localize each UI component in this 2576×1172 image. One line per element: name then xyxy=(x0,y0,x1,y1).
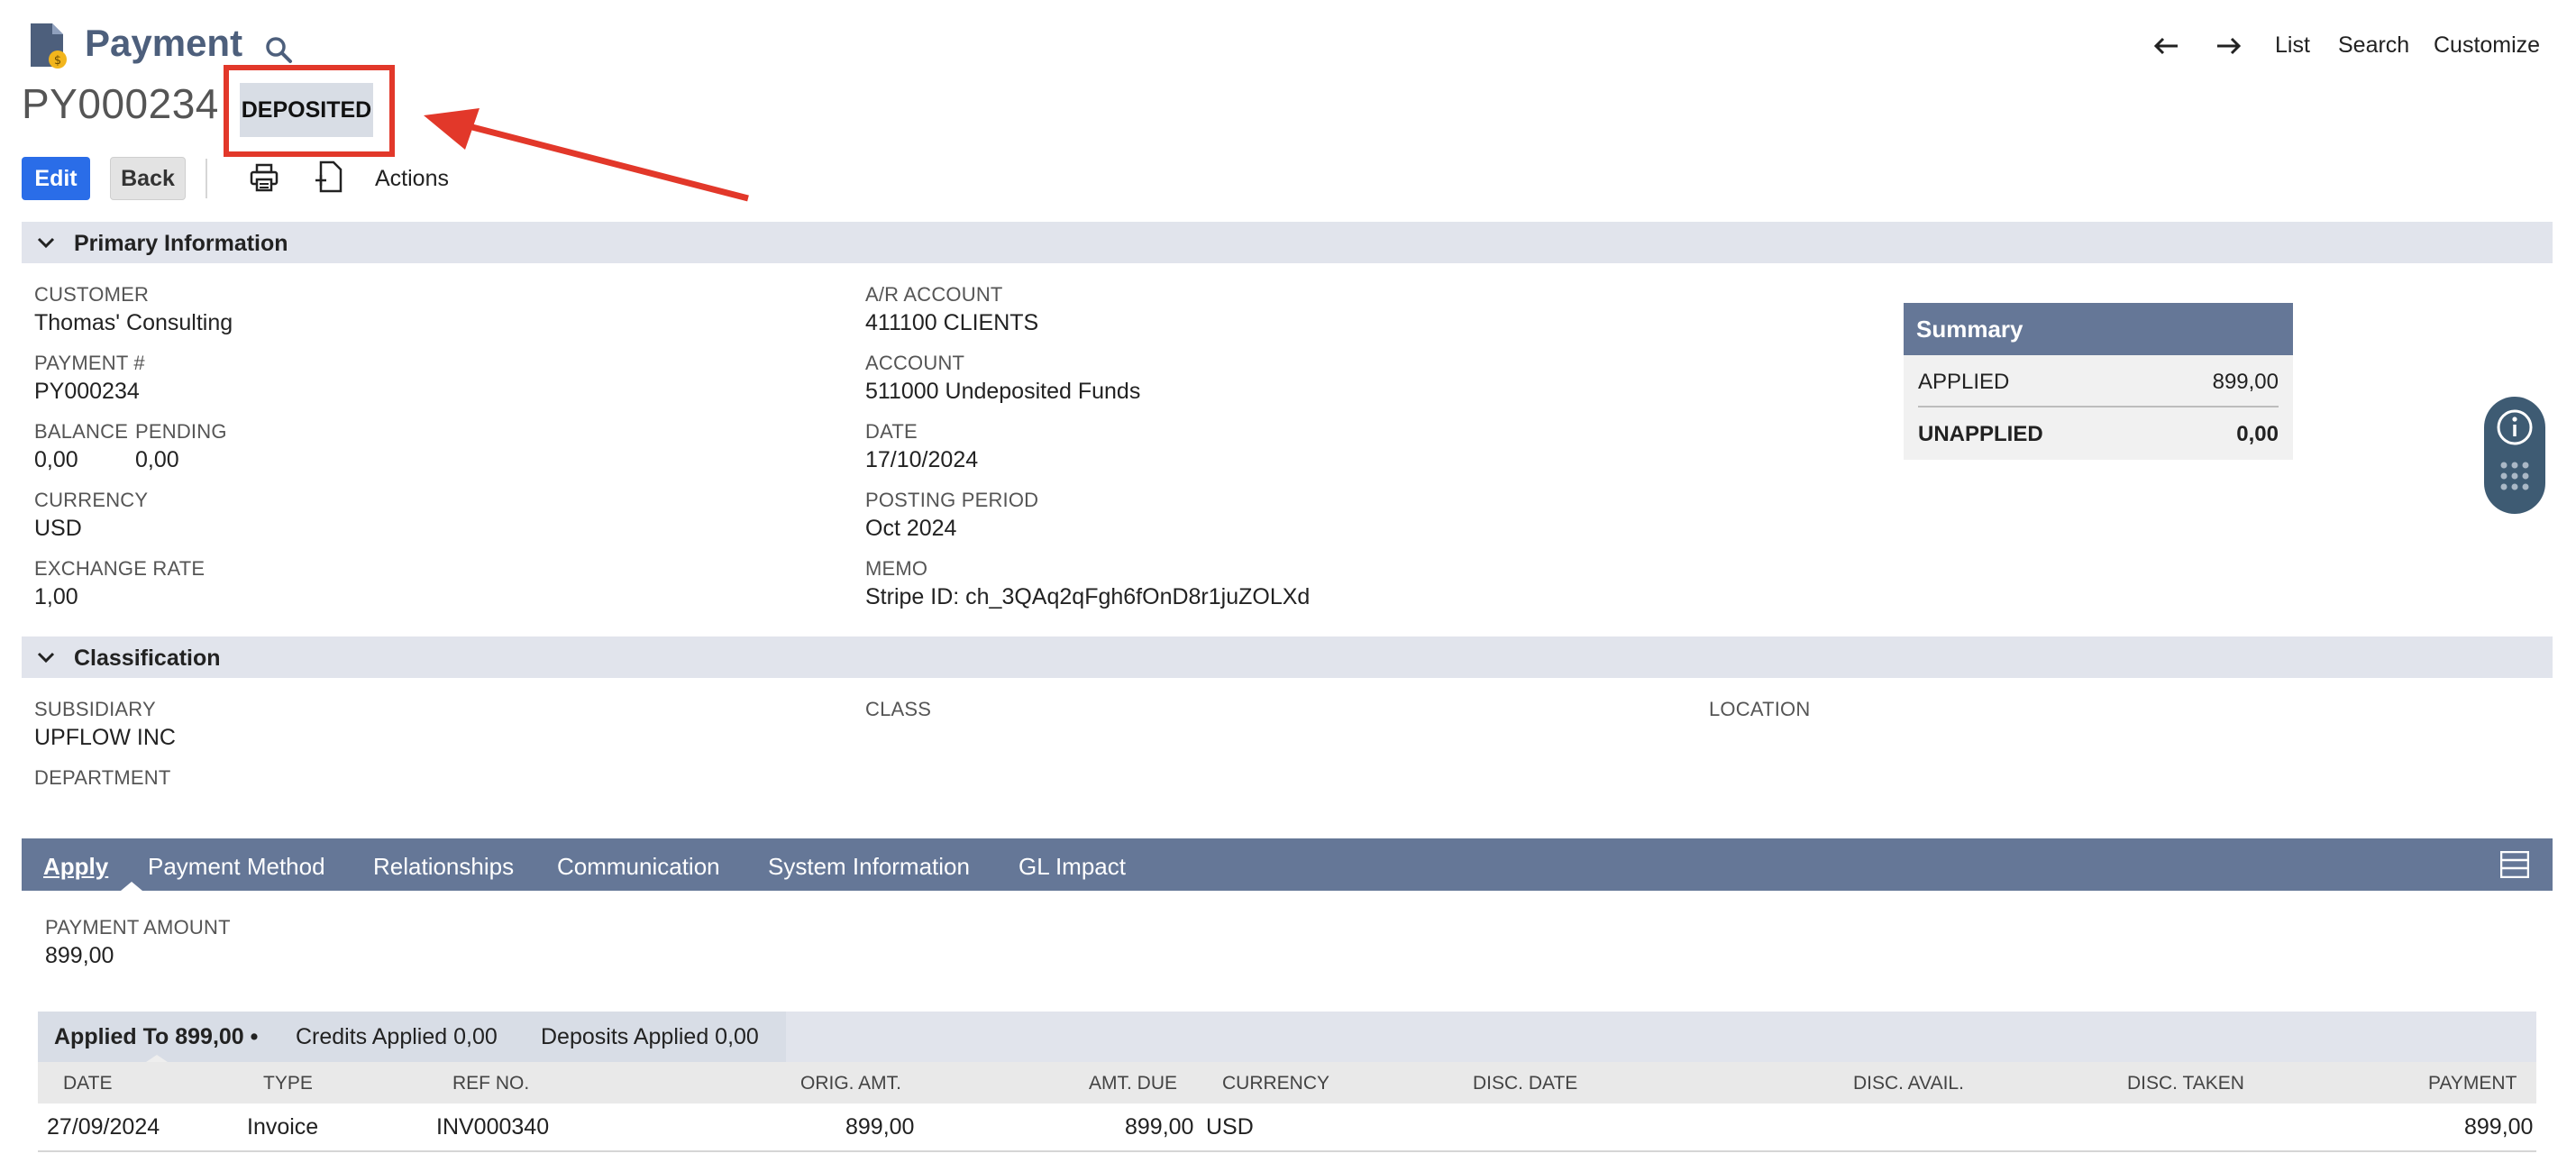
column-header[interactable]: ORIG. AMT. xyxy=(800,1073,901,1094)
pending-label: PENDING xyxy=(135,420,227,443)
previous-record-icon[interactable] xyxy=(2151,31,2181,61)
pending-value: 0,00 xyxy=(135,447,179,472)
column-header[interactable]: DISC. DATE xyxy=(1473,1073,1577,1094)
info-icon[interactable] xyxy=(2495,407,2535,447)
row-orig-amt: 899,00 xyxy=(845,1114,915,1140)
summary-unapplied-row: UNAPPLIED 0,00 xyxy=(1918,422,2279,447)
column-header[interactable]: DATE xyxy=(63,1073,112,1094)
subsidiary-value: UPFLOW INC xyxy=(34,725,176,750)
balance-label: BALANCE xyxy=(34,420,129,443)
row-date-link[interactable]: 27/09/2024 xyxy=(47,1114,160,1140)
section-title: Primary Information xyxy=(74,231,288,256)
payment-number-value: PY000234 xyxy=(34,379,140,404)
department-label: DEPARTMENT xyxy=(34,766,171,789)
dial-pad-icon[interactable] xyxy=(2497,458,2533,494)
row-amt-due: 899,00 xyxy=(1125,1114,1194,1140)
svg-text:$: $ xyxy=(54,54,61,68)
customer-label: CUSTOMER xyxy=(34,283,150,306)
tab-gl-impact[interactable]: GL Impact xyxy=(1019,853,1126,881)
subtab-deposits-applied[interactable]: Deposits Applied 0,00 xyxy=(541,1024,759,1050)
tab-system-information[interactable]: System Information xyxy=(768,853,970,881)
back-button[interactable]: Back xyxy=(110,157,186,200)
active-tab-indicator xyxy=(121,882,142,891)
unapplied-value: 0,00 xyxy=(2236,422,2279,446)
search-link[interactable]: Search xyxy=(2338,32,2409,59)
record-id: PY000234 xyxy=(22,80,219,127)
tab-apply[interactable]: Apply xyxy=(43,853,108,881)
date-value: 17/10/2024 xyxy=(865,447,979,472)
subtab-bar: Apply Payment Method Relationships Commu… xyxy=(22,838,2553,891)
customize-link[interactable]: Customize xyxy=(2434,32,2540,59)
chevron-down-icon xyxy=(37,652,55,664)
primary-information-header[interactable]: Primary Information xyxy=(22,222,2553,263)
table-header: DATE TYPE REF NO. ORIG. AMT. AMT. DUE CU… xyxy=(38,1062,2536,1103)
summary-panel: Summary APPLIED 899,00 UNAPPLIED 0,00 xyxy=(1904,303,2293,460)
new-document-icon[interactable] xyxy=(314,160,344,193)
summary-header: Summary xyxy=(1904,303,2293,355)
section-title: Classification xyxy=(74,646,221,671)
summary-applied-row: APPLIED 899,00 xyxy=(1918,370,2279,395)
column-header[interactable]: TYPE xyxy=(263,1073,313,1094)
location-label: LOCATION xyxy=(1709,698,1811,720)
memo-value: Stripe ID: ch_3QAq2qFgh6fOnD8r1juZOLXd xyxy=(865,584,1311,609)
apply-sublist-tabs: Applied To 899,00 • Credits Applied 0,00… xyxy=(38,1012,2536,1062)
payment-record-icon: $ xyxy=(31,23,67,69)
payment-amount-label: PAYMENT AMOUNT xyxy=(45,916,231,939)
subtab-applied-to[interactable]: Applied To 899,00 • xyxy=(54,1024,258,1050)
exchange-rate-label: EXCHANGE RATE xyxy=(34,557,206,580)
payment-amount-value: 899,00 xyxy=(45,943,114,968)
applied-label: APPLIED xyxy=(1918,370,2010,394)
subsidiary-label: SUBSIDIARY xyxy=(34,698,156,720)
ar-account-label: A/R ACCOUNT xyxy=(865,283,1003,306)
customer-link[interactable]: Thomas' Consulting xyxy=(34,310,233,336)
summary-divider xyxy=(1918,406,2279,407)
edit-button[interactable]: Edit xyxy=(22,157,90,200)
memo-label: MEMO xyxy=(865,557,928,580)
unapplied-label: UNAPPLIED xyxy=(1918,422,2043,446)
exchange-rate-value: 1,00 xyxy=(34,584,78,609)
page-title: Payment xyxy=(85,22,243,64)
account-label: ACCOUNT xyxy=(865,352,965,374)
row-payment: 899,00 xyxy=(2464,1114,2534,1140)
annotation-arrow xyxy=(424,108,749,202)
active-subtab-indicator xyxy=(146,1055,168,1062)
column-header[interactable]: REF NO. xyxy=(452,1073,529,1094)
search-icon[interactable] xyxy=(263,34,294,65)
column-header[interactable]: CURRENCY xyxy=(1222,1073,1329,1094)
applied-value: 899,00 xyxy=(2212,370,2279,394)
tab-communication[interactable]: Communication xyxy=(557,853,720,881)
toolbar-divider xyxy=(206,159,207,198)
list-view-icon[interactable] xyxy=(2500,851,2529,878)
column-header[interactable]: DISC. AVAIL. xyxy=(1853,1073,1964,1094)
next-record-icon[interactable] xyxy=(2214,31,2244,61)
list-link[interactable]: List xyxy=(2275,32,2310,59)
help-widget[interactable] xyxy=(2484,397,2545,514)
column-header[interactable]: AMT. DUE xyxy=(1089,1073,1177,1094)
row-currency: USD xyxy=(1206,1114,1254,1140)
table-row[interactable]: 27/09/2024 Invoice INV000340 899,00 899,… xyxy=(38,1103,2536,1152)
ar-account-link[interactable]: 411100 CLIENTS xyxy=(865,310,1038,336)
row-ref-no: INV000340 xyxy=(436,1114,550,1140)
classification-header[interactable]: Classification xyxy=(22,636,2553,678)
posting-period-value: Oct 2024 xyxy=(865,516,957,541)
subtab-credits-applied[interactable]: Credits Applied 0,00 xyxy=(296,1024,498,1050)
tab-relationships[interactable]: Relationships xyxy=(373,853,514,881)
account-link[interactable]: 511000 Undeposited Funds xyxy=(865,379,1140,405)
row-type-link[interactable]: Invoice xyxy=(247,1114,318,1140)
column-header[interactable]: PAYMENT xyxy=(2428,1073,2517,1094)
payment-number-label: PAYMENT # xyxy=(34,352,145,374)
class-label: CLASS xyxy=(865,698,932,720)
currency-label: CURRENCY xyxy=(34,489,149,511)
tab-payment-method[interactable]: Payment Method xyxy=(148,853,325,881)
currency-value: USD xyxy=(34,516,82,541)
print-icon[interactable] xyxy=(249,162,279,193)
date-label: DATE xyxy=(865,420,918,443)
status-badge: DEPOSITED xyxy=(240,83,373,137)
balance-value: 0,00 xyxy=(34,447,78,472)
posting-period-label: POSTING PERIOD xyxy=(865,489,1039,511)
summary-title: Summary xyxy=(1916,316,2023,343)
actions-menu[interactable]: Actions xyxy=(375,166,449,192)
column-header[interactable]: DISC. TAKEN xyxy=(2127,1073,2244,1094)
chevron-down-icon xyxy=(37,237,55,249)
